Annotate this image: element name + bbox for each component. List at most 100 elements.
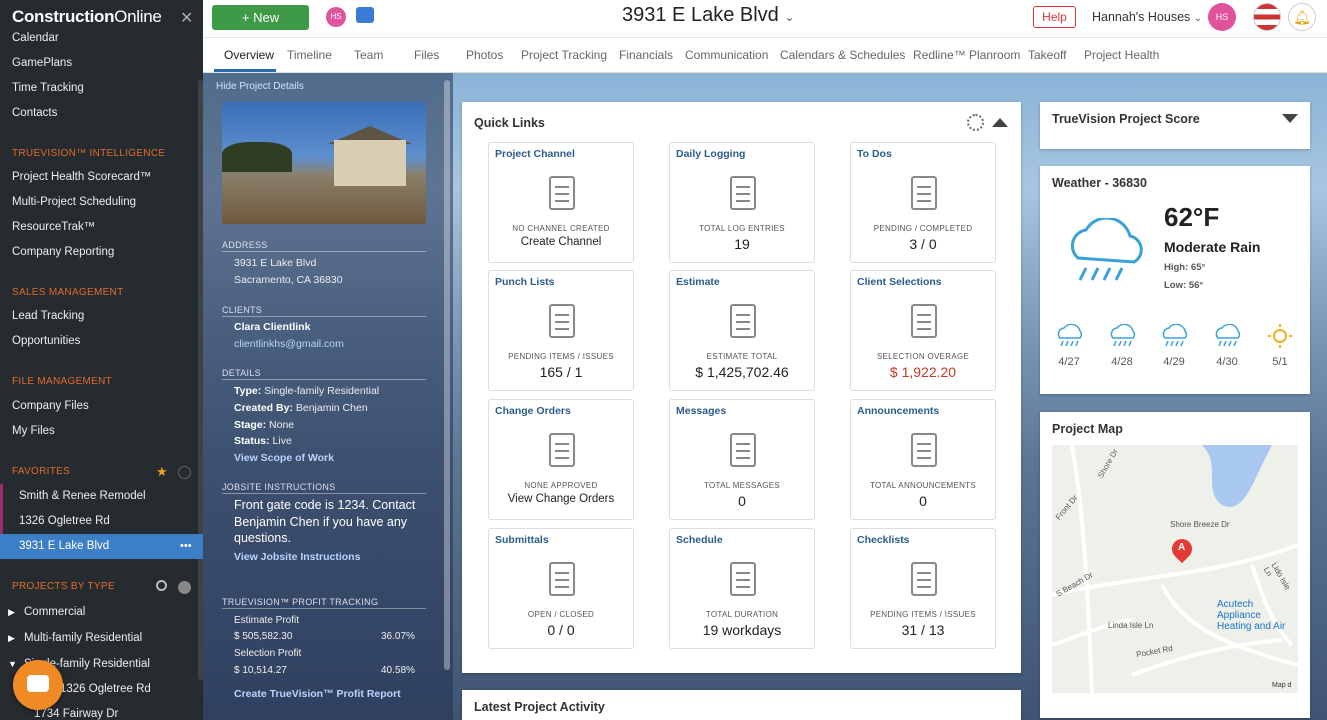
- tile-label: NONE APPROVED: [524, 481, 598, 490]
- sidebar-item-multi-project-scheduling[interactable]: Multi-Project Scheduling: [12, 196, 136, 208]
- sidebar-item-time-tracking[interactable]: Time Tracking: [12, 82, 84, 94]
- map-view[interactable]: Shore Dr Shore Breeze Dr Front Dr S Beac…: [1052, 445, 1298, 693]
- project-type-commercial[interactable]: Commercial: [24, 606, 85, 618]
- created-by-value: Benjamin Chen: [295, 402, 368, 414]
- sidebar-item-company-files[interactable]: Company Files: [12, 400, 89, 412]
- messages-icon[interactable]: [356, 7, 374, 23]
- tile-title[interactable]: Estimate: [676, 276, 720, 288]
- tile-title[interactable]: Announcements: [857, 405, 939, 417]
- tab-overview[interactable]: Overview: [224, 48, 274, 62]
- quick-link-tile[interactable]: Announcements TOTAL ANNOUNCEMENTS 0: [850, 399, 996, 520]
- tab-project-tracking[interactable]: Project Tracking: [521, 48, 607, 62]
- chevron-right-icon[interactable]: ▶: [8, 607, 15, 618]
- sidebar-item-resourcetrak[interactable]: ResourceTrak™: [12, 221, 95, 233]
- profit-report-link[interactable]: Create TrueVision™ Profit Report: [234, 688, 401, 700]
- selection-profit-value: $ 10,514.27: [234, 665, 287, 676]
- jobsite-text: Front gate code is 1234. Contact Benjami…: [234, 498, 416, 545]
- section-heading-files: FILE MANAGEMENT: [12, 376, 113, 387]
- divider: [222, 493, 426, 494]
- company-selector[interactable]: Hannah's Houses ⌄: [1092, 10, 1202, 24]
- tile-title[interactable]: Messages: [676, 405, 726, 417]
- view-scope-link[interactable]: View Scope of Work: [234, 452, 334, 464]
- tab-financials[interactable]: Financials: [619, 48, 673, 62]
- quick-link-tile[interactable]: Project Channel NO CHANNEL CREATED Create …: [488, 142, 634, 263]
- quick-link-tile[interactable]: Client Selections SELECTION OVERAGE $ 1,92…: [850, 270, 996, 391]
- more-icon[interactable]: [178, 581, 191, 594]
- flag-icon[interactable]: [1253, 3, 1281, 31]
- bell-icon[interactable]: 🔔︎: [1288, 3, 1316, 31]
- sidebar-item-lead-tracking[interactable]: Lead Tracking: [12, 310, 84, 322]
- tab-photos[interactable]: Photos: [466, 48, 503, 62]
- hide-details-link[interactable]: Hide Project Details: [216, 81, 304, 92]
- tile-label: PENDING ITEMS / ISSUES: [870, 610, 976, 619]
- more-options-icon[interactable]: •••: [180, 534, 192, 559]
- quick-link-tile[interactable]: Messages TOTAL MESSAGES 0: [669, 399, 815, 520]
- forecast-day: 4/27: [1058, 356, 1080, 368]
- client-email-link[interactable]: clientlinkhs@gmail.com: [234, 338, 344, 350]
- chat-icon: [27, 675, 49, 692]
- favorite-item[interactable]: 1326 Ogletree Rd: [0, 509, 203, 534]
- quick-link-tile[interactable]: Daily Logging TOTAL LOG ENTRIES 19: [669, 142, 815, 263]
- sidebar-item-health-scorecard[interactable]: Project Health Scorecard™: [12, 171, 151, 183]
- search-icon[interactable]: [156, 580, 167, 591]
- project-item[interactable]: 1326 Ogletree Rd: [60, 683, 151, 695]
- tile-title[interactable]: To Dos: [857, 148, 892, 160]
- user-avatar[interactable]: HS: [1208, 3, 1236, 31]
- view-jobsite-link[interactable]: View Jobsite Instructions: [234, 551, 360, 563]
- tile-title[interactable]: Punch Lists: [495, 276, 555, 288]
- tab-communication[interactable]: Communication: [685, 48, 768, 62]
- sidebar-item-my-files[interactable]: My Files: [12, 425, 55, 437]
- tab-redline[interactable]: Redline™ Planroom: [913, 48, 1020, 62]
- avatar[interactable]: HS: [326, 7, 346, 27]
- jobsite-label: JOBSITE INSTRUCTIONS: [222, 482, 336, 492]
- stage-key: Stage:: [234, 419, 267, 431]
- favorite-item[interactable]: Smith & Renee Remodel: [0, 484, 203, 509]
- expand-icon[interactable]: [1282, 114, 1298, 123]
- quick-link-tile[interactable]: Estimate ESTIMATE TOTAL $ 1,425,702.46: [669, 270, 815, 391]
- quick-link-tile[interactable]: To Dos PENDING / COMPLETED 3 / 0: [850, 142, 996, 263]
- quick-link-tile[interactable]: Schedule TOTAL DURATION 19 workdays: [669, 528, 815, 649]
- chat-support-button[interactable]: [13, 660, 63, 710]
- tile-title[interactable]: Change Orders: [495, 405, 571, 417]
- tile-title[interactable]: Client Selections: [857, 276, 942, 288]
- sidebar-item-company-reporting[interactable]: Company Reporting: [12, 246, 114, 258]
- sidebar-item-gameplans[interactable]: GamePlans: [12, 57, 72, 69]
- tile-title[interactable]: Checklists: [857, 534, 910, 546]
- tab-calendars[interactable]: Calendars & Schedules: [780, 48, 905, 62]
- project-photo[interactable]: [222, 102, 426, 224]
- project-type-multi-family[interactable]: Multi-family Residential: [24, 632, 142, 644]
- rain-icon: [1159, 323, 1189, 348]
- clock-icon[interactable]: [178, 466, 191, 479]
- chevron-right-icon[interactable]: ▶: [8, 633, 15, 644]
- tab-files[interactable]: Files: [414, 48, 439, 62]
- collapse-icon[interactable]: [992, 118, 1008, 127]
- gear-icon[interactable]: [967, 114, 984, 131]
- close-sidebar-icon[interactable]: ✕: [180, 8, 193, 28]
- quick-link-tile[interactable]: Submittals OPEN / CLOSED 0 / 0: [488, 528, 634, 649]
- help-button[interactable]: Help: [1033, 6, 1076, 28]
- tile-title[interactable]: Daily Logging: [676, 148, 745, 160]
- new-button[interactable]: + New: [212, 5, 309, 30]
- sidebar-item-calendar[interactable]: Calendar: [12, 32, 59, 44]
- quick-link-tile[interactable]: Checklists PENDING ITEMS / ISSUES 31 / 13: [850, 528, 996, 649]
- tile-title[interactable]: Schedule: [676, 534, 723, 546]
- page-title[interactable]: 3931 E Lake Blvd ⌄: [622, 4, 794, 27]
- project-tabs: Overview Timeline Team Files Photos Proj…: [203, 38, 1327, 73]
- star-icon[interactable]: ★: [156, 464, 168, 480]
- details-scrollbar[interactable]: [444, 80, 450, 670]
- chevron-down-icon[interactable]: ▼: [8, 659, 17, 669]
- sidebar-item-opportunities[interactable]: Opportunities: [12, 335, 80, 347]
- tile-title[interactable]: Submittals: [495, 534, 549, 546]
- tab-project-health[interactable]: Project Health: [1084, 48, 1159, 62]
- favorite-item-active[interactable]: 3931 E Lake Blvd •••: [0, 534, 203, 559]
- poi-label: Acutech Appliance Heating and Air: [1217, 599, 1286, 632]
- quick-link-tile[interactable]: Punch Lists PENDING ITEMS / ISSUES 165 / 1: [488, 270, 634, 391]
- tab-timeline[interactable]: Timeline: [287, 48, 332, 62]
- quick-link-tile[interactable]: Change Orders NONE APPROVED View Change Or…: [488, 399, 634, 520]
- sidebar-item-contacts[interactable]: Contacts: [12, 107, 57, 119]
- app-logo[interactable]: ConstructionOnline: [12, 7, 162, 27]
- tile-title[interactable]: Project Channel: [495, 148, 575, 160]
- tab-team[interactable]: Team: [354, 48, 383, 62]
- project-item[interactable]: 1734 Fairway Dr: [34, 708, 118, 720]
- tab-takeoff[interactable]: Takeoff: [1028, 48, 1066, 62]
